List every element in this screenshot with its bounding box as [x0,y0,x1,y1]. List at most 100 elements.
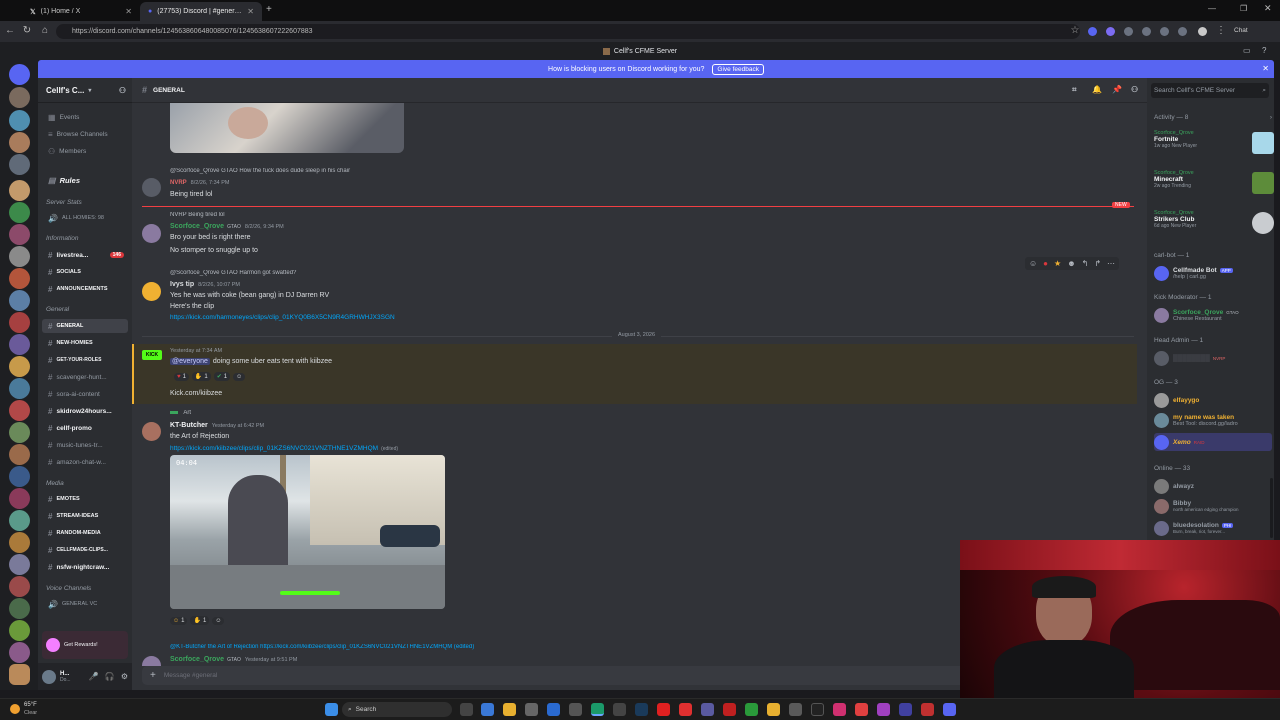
server-icon[interactable] [9,356,30,377]
headset-icon[interactable]: 🎧 [105,672,115,681]
sidebar-item-browse-channels[interactable]: ≡ Browse Channels [42,127,128,141]
sidebar-item-all-homies[interactable]: 🔊 ALL HOMIES: 98 [42,211,128,225]
server-icon[interactable] [9,554,30,575]
bookmark-star-icon[interactable]: ☆ [1068,24,1082,38]
reply-icon[interactable]: ↰ [1082,259,1089,268]
help-icon[interactable]: ? [1262,46,1266,55]
more-icon[interactable]: ⋯ [1107,259,1115,268]
close-icon[interactable]: ✕ [1262,64,1269,73]
give-feedback-button[interactable]: Give feedback [712,63,764,75]
server-icon[interactable] [9,664,30,685]
activity-card[interactable]: Scorfoce_Qrove Strikers Club 6d ago New … [1154,210,1274,244]
reply-preview[interactable]: @KT-Butcher the Art of Rejection https:/… [170,644,770,650]
sidebar-item-sora-ai[interactable]: # sora-ai-content [42,387,128,401]
taskbar-search[interactable]: ⌕ Search [342,702,452,717]
server-name-header[interactable]: Cellf's C... ▾ ⚇ [38,78,132,103]
chrome-icon[interactable] [591,703,604,716]
add-reaction-button[interactable]: ☺ [233,372,246,381]
sidebar-item-music[interactable]: # music-tunes-tr... [42,438,128,452]
steam-icon[interactable] [635,703,648,716]
reaction-pill[interactable]: ♥ 1 [174,372,189,381]
activity-card[interactable]: Scorfoce_Qrove Fortnite 1w ago New Playe… [1154,130,1274,164]
url-input[interactable]: https://discord.com/channels/12456386064… [56,24,1080,39]
rewards-banner[interactable]: Get Rewards! [42,631,128,659]
server-icon[interactable] [9,488,30,509]
app-icon[interactable] [921,703,934,716]
app-icon[interactable] [723,703,736,716]
member-list-icon[interactable]: ⚇ [1131,85,1138,94]
message-author[interactable]: Scorfoce_Qrove [170,656,224,663]
sidebar-item-socials[interactable]: # SOCIALS [42,265,128,279]
extension-icon[interactable] [1124,27,1133,36]
tab-x-home[interactable]: 𝕏 (1) Home / X ✕ [22,2,140,21]
category-media[interactable]: Media [46,480,64,487]
window-close-button[interactable]: ✕ [1264,3,1272,14]
message-image[interactable] [170,103,404,153]
server-icon[interactable] [9,224,30,245]
server-icon[interactable] [9,642,30,663]
app-icon[interactable] [833,703,846,716]
message-author[interactable]: Scorfoce_Qrove [170,223,224,230]
extension-icon[interactable] [1178,27,1187,36]
file-explorer-icon[interactable] [503,703,516,716]
extension-icon[interactable] [1160,27,1169,36]
member-item[interactable]: bluedesolation PHI Burn, break, riot, for… [1154,519,1272,537]
everyone-mention[interactable]: @everyone [170,358,210,365]
mute-icon[interactable]: 🎤 [89,672,99,681]
message-author[interactable]: KICK [142,350,162,360]
sidebar-item-skidrow[interactable]: # skidrow24hours... [42,404,128,418]
chat-button[interactable]: Chat [1234,27,1248,34]
sidebar-item-amazon[interactable]: # amazon-chat-w... [42,455,128,469]
minimize-button[interactable]: — [1208,4,1216,13]
extension-icon[interactable] [1106,27,1115,36]
sidebar-item-random-media[interactable]: # RANDOM-MEDIA [42,526,128,540]
reload-icon[interactable]: ↻ [20,24,34,38]
sidebar-item-general[interactable]: # GENERAL [42,319,128,333]
message-author[interactable]: NVRP [170,180,187,186]
add-user-icon[interactable]: ⚇ [119,86,126,95]
reply-preview[interactable]: Art [170,410,370,416]
category-information[interactable]: Information [46,235,79,242]
add-reaction-icon[interactable]: ☻ [1067,259,1075,268]
threads-icon[interactable]: ⌗ [1072,85,1077,95]
server-icon[interactable] [9,246,30,267]
menu-dots-icon[interactable]: ⋮ [1214,24,1228,38]
sidebar-item-livestream[interactable]: # livestrea... 146 [42,248,128,262]
app-icon[interactable] [899,703,912,716]
youtube-icon[interactable] [657,703,670,716]
reaction-pill[interactable]: ☺ 1 [170,616,188,625]
app-icon[interactable] [569,703,582,716]
server-icon[interactable] [9,154,30,175]
sidebar-item-get-your-roles[interactable]: # GET-YOUR-ROLES [42,353,128,367]
close-icon[interactable]: ✕ [247,7,254,16]
category-general[interactable]: General [46,306,69,313]
extension-icon[interactable] [1088,27,1097,36]
server-icon[interactable] [9,576,30,597]
sidebar-item-nsfw[interactable]: # nsfw-nightcraw... [42,560,128,574]
reaction-pill[interactable]: ✋ 1 [191,372,211,381]
avatar[interactable] [142,224,161,243]
server-search-input[interactable]: Search Cellf's CFME Server ⌕ [1151,83,1269,98]
sidebar-item-rules[interactable]: ▤ Rules [42,173,128,187]
sidebar-item-new-homies[interactable]: # NEW-HOMIES [42,336,128,350]
app-icon[interactable] [547,703,560,716]
notification-bell-icon[interactable]: 🔔 [1092,85,1102,94]
activity-header[interactable]: Activity — 8 › [1154,114,1272,121]
server-icon[interactable] [9,378,30,399]
edge-icon[interactable] [481,703,494,716]
home-icon[interactable]: ⌂ [38,24,52,38]
reply-preview[interactable]: @Scorfoce_Qrove GTAO How the fuck does d… [170,168,770,174]
app-icon[interactable] [701,703,714,716]
sidebar-item-members[interactable]: ⚇ Members [42,144,128,158]
sidebar-item-scavenger-hunt[interactable]: # scavenger-hunt... [42,370,128,384]
pin-icon[interactable]: 📌 [1112,85,1122,94]
message-link[interactable]: https://kick.com/harmoneyes/clips/clip_0… [170,314,395,321]
member-item[interactable]: Scorfoce_Qrove GTAO Chinese Restaurant [1154,306,1272,324]
server-icon[interactable] [9,466,30,487]
server-icon[interactable] [9,444,30,465]
app-icon[interactable] [613,703,626,716]
member-item[interactable]: elfayygo [1154,391,1272,409]
sidebar-item-announcements[interactable]: # ANNOUNCEMENTS [42,282,128,296]
sidebar-item-emotes[interactable]: # EMOTES [42,492,128,506]
message-author[interactable]: KT-Butcher [170,422,208,429]
